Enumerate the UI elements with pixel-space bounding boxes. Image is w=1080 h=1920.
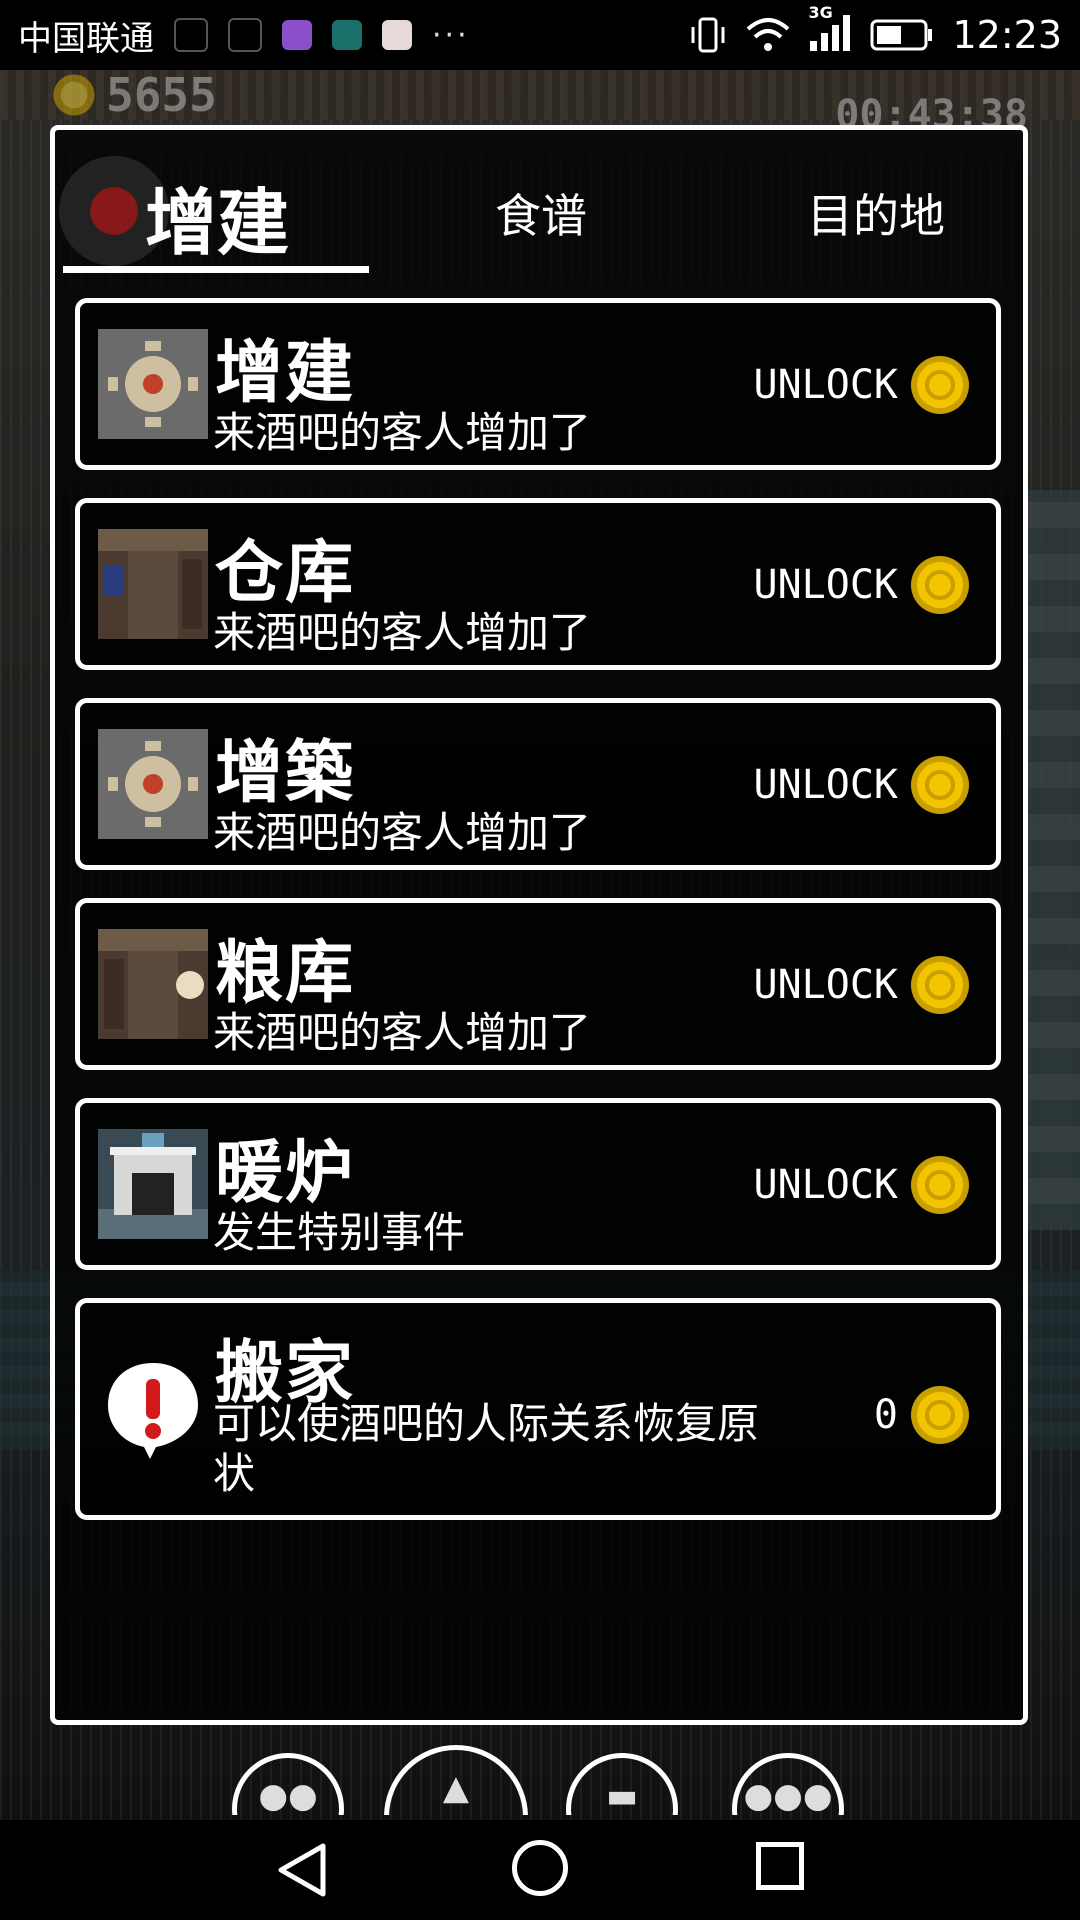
- build-panel: 增建 食谱 目的地 增建 来酒吧的客人增加了 UNLOCK 仓库 来酒吧的客人增…: [50, 125, 1028, 1725]
- list-item[interactable]: 搬家 可以使酒吧的人际关系恢复原状 0: [75, 1298, 1001, 1520]
- price-label: 0: [873, 1392, 898, 1438]
- vibrate-icon: [691, 17, 725, 53]
- item-price[interactable]: UNLOCK: [754, 755, 971, 815]
- price-label: UNLOCK: [753, 962, 899, 1008]
- folder-icon: ▬: [605, 1776, 639, 1815]
- warehouse-icon: [98, 529, 208, 639]
- carrier-name: 中国联通: [18, 18, 154, 59]
- coin-icon: [911, 1156, 969, 1214]
- hud-coin-counter: 5655: [52, 68, 217, 122]
- price-label: UNLOCK: [753, 762, 899, 808]
- coin-icon: [911, 1386, 969, 1444]
- background-wall-right: [1024, 490, 1080, 1230]
- item-price[interactable]: UNLOCK: [754, 1155, 971, 1215]
- upgrade-list: 增建 来酒吧的客人增加了 UNLOCK 仓库 来酒吧的客人增加了 UNLOCK …: [75, 298, 1001, 1548]
- table-icon: [98, 729, 208, 839]
- notification-icons: ···: [174, 18, 470, 53]
- menu-more-button[interactable]: ●●●: [732, 1753, 844, 1815]
- notification-camera-icon: [382, 20, 412, 50]
- menu-bartender-button[interactable]: ▲: [384, 1745, 528, 1815]
- coin-icon: [53, 74, 95, 116]
- item-description: 来酒吧的客人增加了: [213, 408, 592, 457]
- coin-icon: [911, 556, 969, 614]
- notification-taptap-icon: [332, 20, 362, 50]
- status-indicators: 3G 12:23: [688, 3, 1062, 57]
- coin-icon: [911, 956, 969, 1014]
- status-bar: 中国联通 ··· 3G 12:23: [0, 0, 1080, 70]
- item-price[interactable]: 0: [874, 1385, 970, 1445]
- hud-coin-value: 5655: [106, 68, 217, 122]
- item-description: 来酒吧的客人增加了: [213, 1008, 592, 1057]
- list-item[interactable]: 粮库 来酒吧的客人增加了 UNLOCK: [75, 898, 1001, 1070]
- wifi-icon: [747, 18, 790, 51]
- menu-customers-button[interactable]: ●●: [232, 1753, 344, 1815]
- item-price[interactable]: UNLOCK: [754, 355, 971, 415]
- bartender-icon: ▲: [442, 1768, 470, 1808]
- item-description: 来酒吧的客人增加了: [213, 808, 592, 857]
- navigation-bar: [0, 1820, 1080, 1920]
- item-description: 发生特别事件: [213, 1208, 466, 1257]
- list-item[interactable]: 暖炉 发生特别事件 UNLOCK: [75, 1098, 1001, 1270]
- active-tab-indicator: [63, 266, 369, 273]
- back-icon[interactable]: [275, 1842, 331, 1898]
- price-label: UNLOCK: [753, 362, 899, 408]
- clock: 12:23: [952, 13, 1062, 57]
- more-icon: ●●●: [743, 1776, 833, 1815]
- item-price[interactable]: UNLOCK: [754, 555, 971, 615]
- tab-destination[interactable]: 目的地: [807, 180, 945, 246]
- granary-icon: [98, 929, 208, 1039]
- table-icon: [98, 329, 208, 439]
- item-description: 来酒吧的客人增加了: [213, 608, 592, 657]
- more-notifications-icon: ···: [432, 17, 470, 53]
- price-label: UNLOCK: [753, 1162, 899, 1208]
- home-button[interactable]: [512, 1840, 568, 1896]
- recent-apps-button[interactable]: [756, 1842, 804, 1890]
- item-price[interactable]: UNLOCK: [754, 955, 971, 1015]
- item-description: 可以使酒吧的人际关系恢复原状: [213, 1399, 760, 1498]
- list-item[interactable]: 仓库 来酒吧的客人增加了 UNLOCK: [75, 498, 1001, 670]
- network-type: 3G: [808, 3, 833, 22]
- notification-app-icon: [174, 18, 208, 52]
- tab-build[interactable]: 增建: [145, 164, 289, 269]
- coin-icon: [911, 356, 969, 414]
- list-item[interactable]: 增建 来酒吧的客人增加了 UNLOCK: [75, 298, 1001, 470]
- people-icon: ●●: [258, 1776, 318, 1815]
- battery-icon: [870, 19, 933, 51]
- tab-recipe[interactable]: 食谱: [495, 180, 587, 246]
- tab-bar: 增建 食谱 目的地: [55, 130, 1023, 290]
- price-label: UNLOCK: [753, 562, 899, 608]
- menu-storage-button[interactable]: ▬: [566, 1753, 678, 1815]
- cell-signal: 3G: [808, 3, 852, 57]
- list-item[interactable]: 增築 来酒吧的客人增加了 UNLOCK: [75, 698, 1001, 870]
- alert-icon: [108, 1363, 198, 1459]
- coin-icon: [911, 756, 969, 814]
- game-menu-bar: ●● ▲ ▬ ●●●: [0, 1745, 1080, 1815]
- fireplace-icon: [98, 1129, 208, 1239]
- notification-photo-icon: [282, 20, 312, 50]
- notification-gallery-icon: [228, 18, 262, 52]
